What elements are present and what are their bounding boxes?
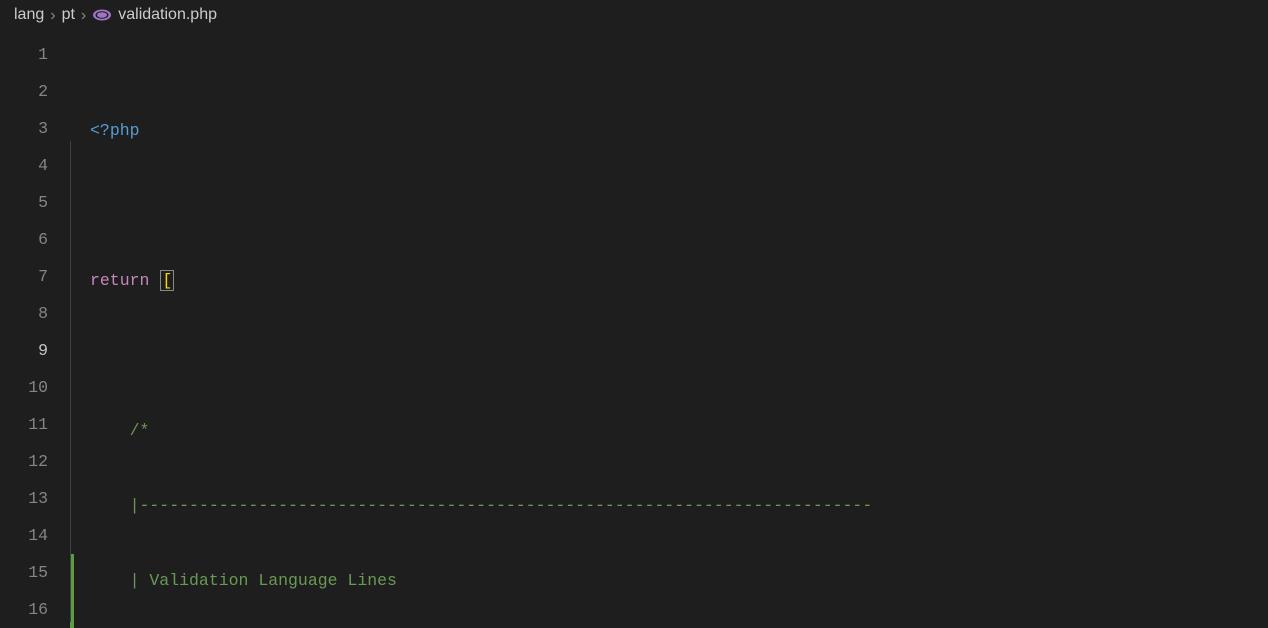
chevron-right-icon: › (50, 7, 55, 25)
token-comment: | Validation Language Lines (90, 571, 397, 590)
breadcrumb-file[interactable]: validation.php (118, 6, 217, 24)
chevron-right-icon: › (81, 7, 86, 25)
token-keyword: return (90, 271, 149, 290)
line-number: 13 (0, 480, 70, 517)
token-bracket-open: [ (160, 270, 174, 291)
token-php: php (110, 121, 140, 140)
line-number: 11 (0, 406, 70, 443)
breadcrumb[interactable]: lang › pt › validation.php (0, 0, 1268, 30)
line-number: 16 (0, 591, 70, 628)
code-line[interactable]: |---------------------------------------… (90, 487, 1268, 524)
line-number: 6 (0, 221, 70, 258)
line-number-gutter: 1 2 3 4 5 6 7 8 9 10 11 12 13 14 15 16 (0, 30, 70, 624)
code-line[interactable] (90, 337, 1268, 374)
code-line[interactable]: /* (90, 412, 1268, 449)
code-line[interactable] (90, 187, 1268, 224)
code-line[interactable]: return [ (90, 262, 1268, 299)
line-number: 8 (0, 295, 70, 332)
line-number: 7 (0, 258, 70, 295)
token-space (149, 271, 159, 290)
line-number: 9 (0, 332, 70, 369)
token-comment: |---------------------------------------… (90, 496, 872, 515)
line-number: 14 (0, 517, 70, 554)
indent-guide (70, 141, 71, 622)
php-file-icon (92, 8, 112, 22)
breadcrumb-item[interactable]: lang (14, 6, 44, 24)
code-content[interactable]: <?php return [ /* |---------------------… (70, 30, 1268, 624)
line-number: 2 (0, 73, 70, 110)
line-number: 3 (0, 110, 70, 147)
line-number: 10 (0, 369, 70, 406)
token-comment: /* (90, 421, 149, 440)
line-number: 4 (0, 147, 70, 184)
token-php-open: <? (90, 121, 110, 140)
code-line[interactable]: | Validation Language Lines (90, 562, 1268, 599)
line-number: 1 (0, 36, 70, 73)
code-editor[interactable]: 1 2 3 4 5 6 7 8 9 10 11 12 13 14 15 16 <… (0, 30, 1268, 624)
line-number: 5 (0, 184, 70, 221)
code-line[interactable]: <?php (90, 112, 1268, 149)
breadcrumb-item[interactable]: pt (62, 6, 75, 24)
line-number: 15 (0, 554, 70, 591)
line-number: 12 (0, 443, 70, 480)
